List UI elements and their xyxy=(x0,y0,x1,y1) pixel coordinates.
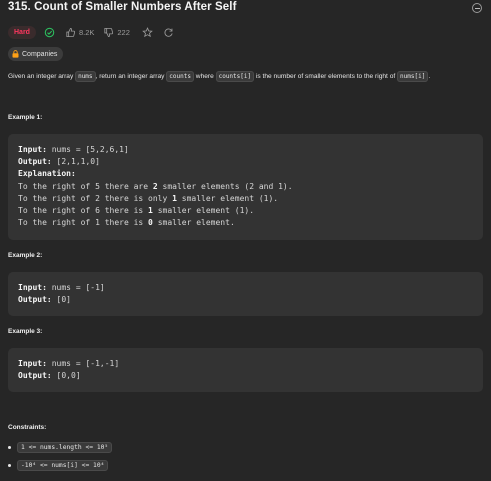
more-options-icon[interactable] xyxy=(472,3,482,13)
code-counts-i: counts[i] xyxy=(215,71,255,82)
explanation-line: To the right of 6 there is 1 smaller ele… xyxy=(18,206,255,216)
likes-count: 8.2K xyxy=(78,27,95,37)
constraint-range: -10⁴ <= nums[i] <= 10⁴ xyxy=(17,460,109,471)
code-counts: counts xyxy=(166,71,194,82)
example-3-input: nums = [-1,-1] xyxy=(51,359,120,368)
constraint-length: 1 <= nums.length <= 10⁵ xyxy=(17,442,113,453)
lock-icon xyxy=(12,45,19,63)
constraints-title: Constraints: xyxy=(8,424,47,431)
explanation-line: To the right of 1 there is 0 smaller ele… xyxy=(18,218,235,228)
companies-tag[interactable]: Companies xyxy=(8,45,64,63)
example-1-title: Example 1: xyxy=(8,114,43,121)
solved-check-icon xyxy=(44,27,55,38)
difficulty-badge: Hard xyxy=(8,25,36,39)
thumbs-down-icon[interactable] xyxy=(103,27,114,38)
example-2-input: nums = [-1] xyxy=(51,283,105,292)
example-2-output: [0] xyxy=(56,295,71,305)
problem-title: 315. Count of Smaller Numbers After Self xyxy=(8,1,237,13)
constraint-item: -10⁴ <= nums[i] <= 10⁴ xyxy=(8,460,109,471)
example-3-title: Example 3: xyxy=(8,328,43,335)
star-icon[interactable] xyxy=(142,26,153,38)
problem-meta-row: Hard 8.2K 222 xyxy=(8,25,174,39)
bullet-icon xyxy=(8,464,11,467)
explanation-line: To the right of 2 there is only 1 smalle… xyxy=(18,193,279,203)
problem-description: Given an integer array nums, return an i… xyxy=(8,71,431,82)
example-3-output: [0,0] xyxy=(56,371,81,381)
explanation-line: To the right of 5 there are 2 smaller el… xyxy=(18,181,293,191)
constraint-item: 1 <= nums.length <= 10⁵ xyxy=(8,442,113,453)
example-3-box: Input: nums = [-1,-1] Output: [0,0] xyxy=(8,348,483,392)
example-1-box: Input: nums = [5,2,6,1] Output: [2,1,1,0… xyxy=(8,134,483,240)
companies-label: Companies xyxy=(22,50,58,58)
bullet-icon xyxy=(8,446,11,449)
code-nums: nums xyxy=(75,71,96,82)
refresh-icon[interactable] xyxy=(163,27,174,38)
example-1-input: nums = [5,2,6,1] xyxy=(51,145,129,154)
dislikes-count: 222 xyxy=(117,27,130,37)
example-2-title: Example 2: xyxy=(8,252,43,259)
example-1-output: [2,1,1,0] xyxy=(56,157,100,167)
thumbs-up-icon[interactable] xyxy=(65,27,76,38)
example-2-box: Input: nums = [-1] Output: [0] xyxy=(8,272,483,316)
code-nums-i: nums[i] xyxy=(397,71,429,82)
